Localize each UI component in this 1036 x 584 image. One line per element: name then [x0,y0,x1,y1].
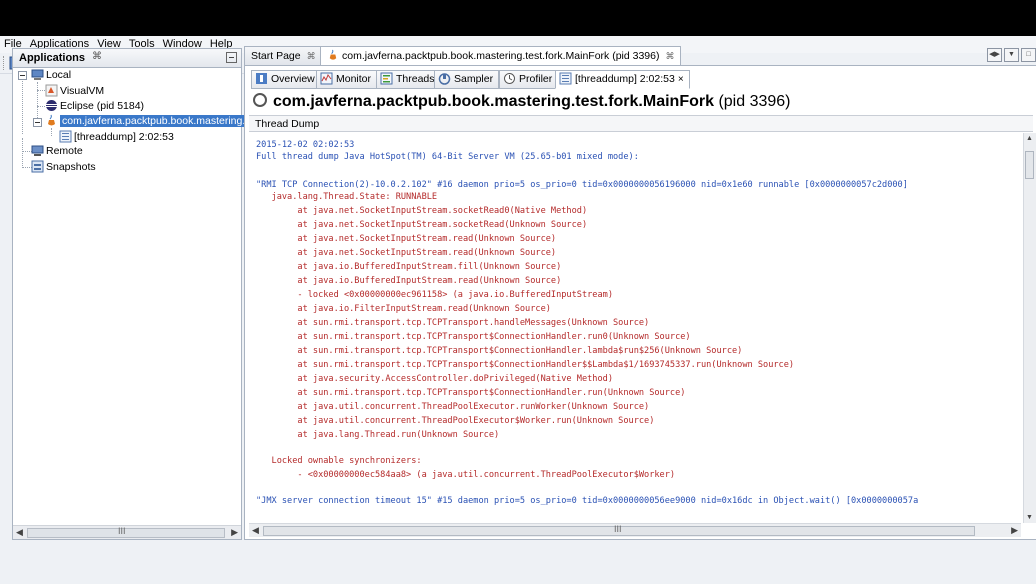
thread-dump-vertical-scrollbar[interactable]: ▲ ▼ [1023,133,1036,523]
scroll-right-arrow-icon[interactable]: ▶ [231,527,238,538]
tree-node-visualvm[interactable]: VisualVM [45,84,104,99]
thread-dump-icon [559,72,572,85]
document-area: Start Page ⌘ com.javferna.packtpub.book.m… [244,46,1036,540]
close-start-page-icon[interactable]: ⌘ [307,51,316,61]
scroll-down-arrow-icon[interactable]: ▼ [1026,514,1033,521]
sampler-icon [438,72,451,85]
scroll-right-arrow-icon[interactable]: ▶ [1011,525,1018,536]
show-opened-documents-icon[interactable]: ▼ [1004,48,1019,62]
tab-overview[interactable]: Overview [251,70,321,89]
tab-threaddump[interactable]: [threaddump] 2:02:53 × [555,70,690,89]
scrollbar-thumb[interactable]: III [263,524,975,536]
thread-dump-horizontal-scrollbar[interactable]: ◀ III ▶ [249,523,1021,537]
thread-dump-line: at java.security.AccessController.doPriv… [256,374,613,384]
java-app-icon [327,49,339,61]
close-mainfork-tab-icon[interactable]: ⌘ [665,51,674,61]
tab-start-page[interactable]: Start Page ⌘ [244,46,323,65]
profiler-clock-icon [503,72,516,85]
maximize-window-icon[interactable]: □ [1021,48,1036,62]
applications-horizontal-scrollbar[interactable]: ◀ III ▶ [13,525,241,539]
thread-dump-line: java.lang.Thread.State: RUNNABLE [256,192,438,202]
tree-node-threaddump[interactable]: [threaddump] 2:02:53 [59,130,174,145]
thread-dump-line: Locked ownable synchronizers: [256,456,422,466]
process-status-icon [253,93,267,107]
thread-dump-line: at java.util.concurrent.ThreadPoolExecut… [256,402,650,412]
applications-tab-close[interactable]: ⌘ [92,51,102,62]
thread-dump-line: at sun.rmi.transport.tcp.TCPTransport$Co… [256,388,686,398]
thread-dump-line: at java.net.SocketInputStream.socketRead… [256,220,588,230]
thread-dump-line: "RMI TCP Connection(2)-10.0.2.102" #16 d… [256,180,908,190]
tree-node-eclipse[interactable]: Eclipse (pid 5184) [45,99,144,114]
tab-sampler[interactable]: Sampler [434,70,500,89]
tree-connector [37,106,45,107]
thread-dump-line: at java.io.BufferedInputStream.read(Unkn… [256,276,562,286]
tree-node-mainfork[interactable]: com.javferna.packtpub.book.mastering.te [45,114,257,129]
thread-dump-line: - locked <0x00000000ec961158> (a java.io… [256,290,613,300]
snapshots-icon [31,160,44,173]
tab-profiler[interactable]: Profiler [499,70,559,89]
thread-dump-line: at java.lang.Thread.run(Unknown Source) [256,430,500,440]
thread-dump-line: "JMX server connection timeout 15" #15 d… [256,496,919,506]
tree-connector [22,78,23,134]
visualvm-window: File Applications View Tools Window Help [0,36,1036,584]
tree-connector [37,90,45,91]
tab-monitor[interactable]: Monitor [316,70,378,89]
tree-connector [51,128,52,136]
tree-node-remote[interactable]: Remote [31,144,83,159]
tab-navigation: ◀▶ ▼ □ [985,48,1036,62]
applications-tab-header: Applications ⌘ [13,49,241,68]
thread-dump-line: at java.net.SocketInputStream.read(Unkno… [256,248,557,258]
thread-dump-line: at java.io.BufferedInputStream.fill(Unkn… [256,262,562,272]
thread-dump-line: at sun.rmi.transport.tcp.TCPTransport$Co… [256,332,691,342]
scrollbar-thumb[interactable]: III [27,526,225,538]
visualvm-icon [45,84,58,97]
thread-dump-line: at java.net.SocketInputStream.socketRead… [256,206,588,216]
applications-tab-title[interactable]: Applications [19,52,85,64]
toolbar-grip [3,56,6,70]
scroll-up-arrow-icon[interactable]: ▲ [1026,135,1033,142]
document-tabs: Start Page ⌘ com.javferna.packtpub.book.m… [244,46,1036,66]
tab-threads[interactable]: Threads [376,70,441,89]
thread-dump-icon [59,130,72,143]
thread-dump-section-header: Thread Dump [249,115,1033,132]
monitor-icon [320,72,333,85]
thread-dump-text[interactable]: 2015-12-02 02:02:53 Full thread dump Java… [249,133,1021,523]
scroll-left-arrow-icon[interactable]: ◀ [252,525,259,536]
applications-panel: Applications ⌘ Local VisualVM Eclipse (p… [12,48,257,540]
tree-connector [22,138,23,168]
scrollbar-thumb[interactable] [1025,151,1034,179]
thread-dump-line: at sun.rmi.transport.tcp.TCPTransport.ha… [256,318,650,328]
collapse-local-toggle[interactable] [18,71,27,80]
thread-dump-line: at sun.rmi.transport.tcp.TCPTransport$Co… [256,346,743,356]
thread-dump-line: at java.util.concurrent.ThreadPoolExecut… [256,416,655,426]
tab-mainfork[interactable]: com.javferna.packtpub.book.mastering.tes… [320,46,682,66]
thread-dump-line: 2015-12-02 02:02:53 [256,140,355,150]
threads-icon [380,72,393,85]
thread-dump-line: at java.io.FilterInputStream.read(Unknow… [256,304,551,314]
overview-icon [255,72,268,85]
tree-node-local[interactable]: Local [31,68,71,83]
scroll-left-arrow-icon[interactable]: ◀ [16,527,23,538]
collapse-mainfork-toggle[interactable] [33,118,42,127]
java-app-icon [45,114,58,127]
applications-tree: Local VisualVM Eclipse (pid 5184) com.ja… [13,68,257,508]
thread-dump-line: - <0x00000000ec584aa8> (a java.util.conc… [256,470,676,480]
thread-dump-line: at java.net.SocketInputStream.read(Unkno… [256,234,557,244]
remote-icon [31,144,44,157]
tree-node-snapshots[interactable]: Snapshots [31,160,96,175]
thread-dump-line: Full thread dump Java HotSpot(TM) 64-Bit… [256,152,639,162]
thread-dump-line: at sun.rmi.transport.tcp.TCPTransport$Co… [256,360,795,370]
page-title: com.javferna.packtpub.book.mastering.tes… [253,93,790,111]
local-host-icon [31,68,44,81]
eclipse-icon [45,99,58,112]
minimize-panel-icon[interactable] [226,52,237,63]
thread-dump-view: Overview Monitor Threads Sampler Profile… [244,65,1036,540]
close-threaddump-icon[interactable]: × [678,74,684,85]
scroll-tabs-left-icon[interactable]: ◀▶ [987,48,1002,62]
